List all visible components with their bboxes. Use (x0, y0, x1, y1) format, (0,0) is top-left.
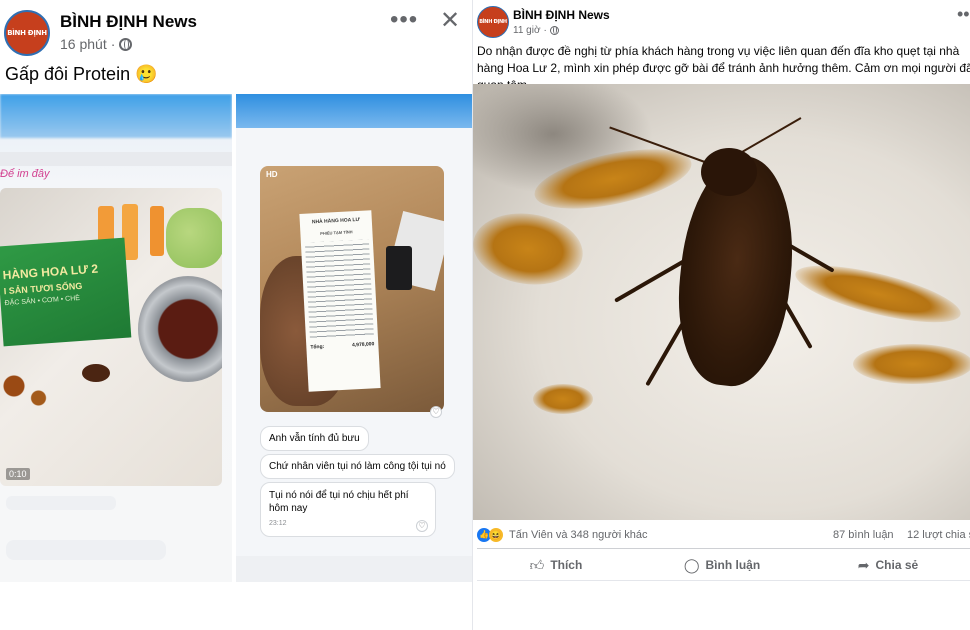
package-text: ĐẶC SẢN • CƠM • CHÈ (4, 294, 81, 308)
vegetables (166, 208, 222, 268)
more-options-icon[interactable]: ••• (957, 4, 970, 25)
share-label: Chia sẻ (875, 558, 919, 572)
package-text: HÀNG HOA LƯ 2 (2, 261, 99, 283)
sauce-smear (790, 254, 966, 334)
sauce-bowl (138, 276, 222, 382)
page-name[interactable]: BÌNH ĐỊNH News (60, 12, 197, 32)
blurred-app-bar (236, 94, 472, 128)
post-images[interactable]: Để im đây HÀNG HOA LƯ 2 I SẢN TƯƠI SỐNG … (0, 94, 472, 582)
post-meta: 11 giờ · (513, 25, 559, 36)
cockroach (82, 364, 110, 382)
chat-message: Chứ nhân viên tụi nó làm công tội tụi nó (260, 454, 455, 479)
avatar-logo-text: BÌNH ĐỊNH (479, 18, 507, 25)
blurred-footer (6, 540, 166, 560)
heart-icon[interactable]: ♡ (430, 406, 442, 418)
dot-separator: · (543, 25, 547, 36)
post-time[interactable]: 16 phút (60, 36, 107, 52)
receipt-photo: HD NHÀ HÀNG HOA LƯ PHIẾU TẠM TÍNH Tổng: … (260, 166, 444, 412)
comments-count[interactable]: 87 bình luận (833, 529, 894, 541)
sauce-spots (0, 370, 70, 410)
chat-message-time: 23:12 (269, 520, 287, 527)
avatar-logo-text: BÌNH ĐỊNH (7, 28, 47, 37)
shares-count[interactable]: 12 lượt chia sẻ (907, 529, 970, 541)
page-name[interactable]: BÌNH ĐỊNH News (513, 8, 610, 22)
screenshot-food[interactable]: Để im đây HÀNG HOA LƯ 2 I SẢN TƯƠI SỐNG … (0, 94, 232, 582)
comment-button[interactable]: ◯ Bình luận (639, 552, 805, 578)
screenshot-chat[interactable]: HD NHÀ HÀNG HOA LƯ PHIẾU TẠM TÍNH Tổng: … (236, 94, 472, 582)
chat-message-text: Tụi nó nói để tụi nó chịu hết phí hôm na… (269, 490, 409, 514)
divider (477, 548, 970, 549)
receipt-title: NHÀ HÀNG HOA LƯ (311, 216, 360, 226)
video-time: 0:10 (6, 468, 30, 480)
food-photo: HÀNG HOA LƯ 2 I SẢN TƯƠI SỐNG ĐẶC SẢN • … (0, 188, 222, 486)
right-post: BÌNH ĐỊNH BÌNH ĐỊNH News 11 giờ · ••• Do… (472, 0, 970, 630)
receipt-total-value: 4,978,000 (351, 341, 375, 349)
post-header: BÌNH ĐỊNH BÌNH ĐỊNH News 16 phút · ••• ✕ (0, 0, 472, 60)
comment-label: Bình luận (705, 558, 761, 572)
blurred-footer (6, 496, 116, 510)
package-text: I SẢN TƯƠI SỐNG (3, 280, 83, 297)
globe-icon (119, 37, 133, 51)
page-avatar[interactable]: BÌNH ĐỊNH (4, 10, 50, 56)
carrot (150, 206, 164, 256)
blurred-app-bar (0, 94, 232, 138)
screenshot-label: Để im đây (0, 168, 50, 180)
post-meta: 16 phút · (60, 36, 133, 52)
haha-reaction-icon[interactable]: 😆 (489, 528, 503, 542)
blurred-footer (236, 556, 472, 582)
share-button[interactable]: ➦ Chia sẻ (805, 552, 970, 578)
chat-message: Anh vẫn tính đủ bưu (260, 426, 369, 451)
left-post: BÌNH ĐỊNH BÌNH ĐỊNH News 16 phút · ••• ✕… (0, 0, 472, 630)
comment-icon: ◯ (683, 556, 700, 573)
post-stats: 👍 😆 Tấn Viên và 348 người khác 87 bình l… (477, 527, 970, 545)
cockroach-head (701, 148, 757, 196)
reactions-count[interactable]: Tấn Viên và 348 người khác (509, 529, 648, 541)
blurred-line (0, 152, 232, 166)
sauce-smear (853, 344, 970, 384)
receipt-lines (304, 239, 374, 339)
page-avatar[interactable]: BÌNH ĐỊNH (477, 6, 509, 38)
thumbs-up-icon: 👍︎ (529, 556, 545, 573)
heart-icon[interactable]: ♡ (416, 520, 428, 532)
phone (386, 246, 412, 290)
like-button[interactable]: 👍︎ Thích (473, 552, 639, 578)
divider (477, 580, 970, 581)
receipt-total: Tổng: 4,978,000 (310, 341, 374, 350)
dot-separator: · (110, 36, 116, 52)
wet-towel-package: HÀNG HOA LƯ 2 I SẢN TƯƠI SỐNG ĐẶC SẢN • … (0, 237, 132, 347)
post-time[interactable]: 11 giờ (513, 25, 541, 36)
cockroach-photo[interactable] (473, 84, 970, 520)
like-label: Thích (550, 558, 583, 572)
chat-message: Tụi nó nói để tụi nó chịu hết phí hôm na… (260, 482, 436, 537)
more-options-icon[interactable]: ••• (390, 6, 418, 34)
sauce-smear (473, 206, 588, 292)
share-icon: ➦ (857, 556, 870, 573)
close-icon[interactable]: ✕ (440, 6, 460, 35)
post-actions: 👍︎ Thích ◯ Bình luận ➦ Chia sẻ (473, 552, 970, 578)
receipt-subtitle: PHIẾU TẠM TÍNH (320, 229, 353, 236)
post-caption: Gấp đôi Protein 🥲 (5, 64, 158, 84)
receipt: NHÀ HÀNG HOA LƯ PHIẾU TẠM TÍNH Tổng: 4,9… (299, 210, 381, 392)
sauce-smear (533, 384, 593, 414)
globe-icon (549, 26, 559, 35)
hd-badge: HD (266, 170, 278, 179)
receipt-total-label: Tổng: (310, 343, 325, 351)
